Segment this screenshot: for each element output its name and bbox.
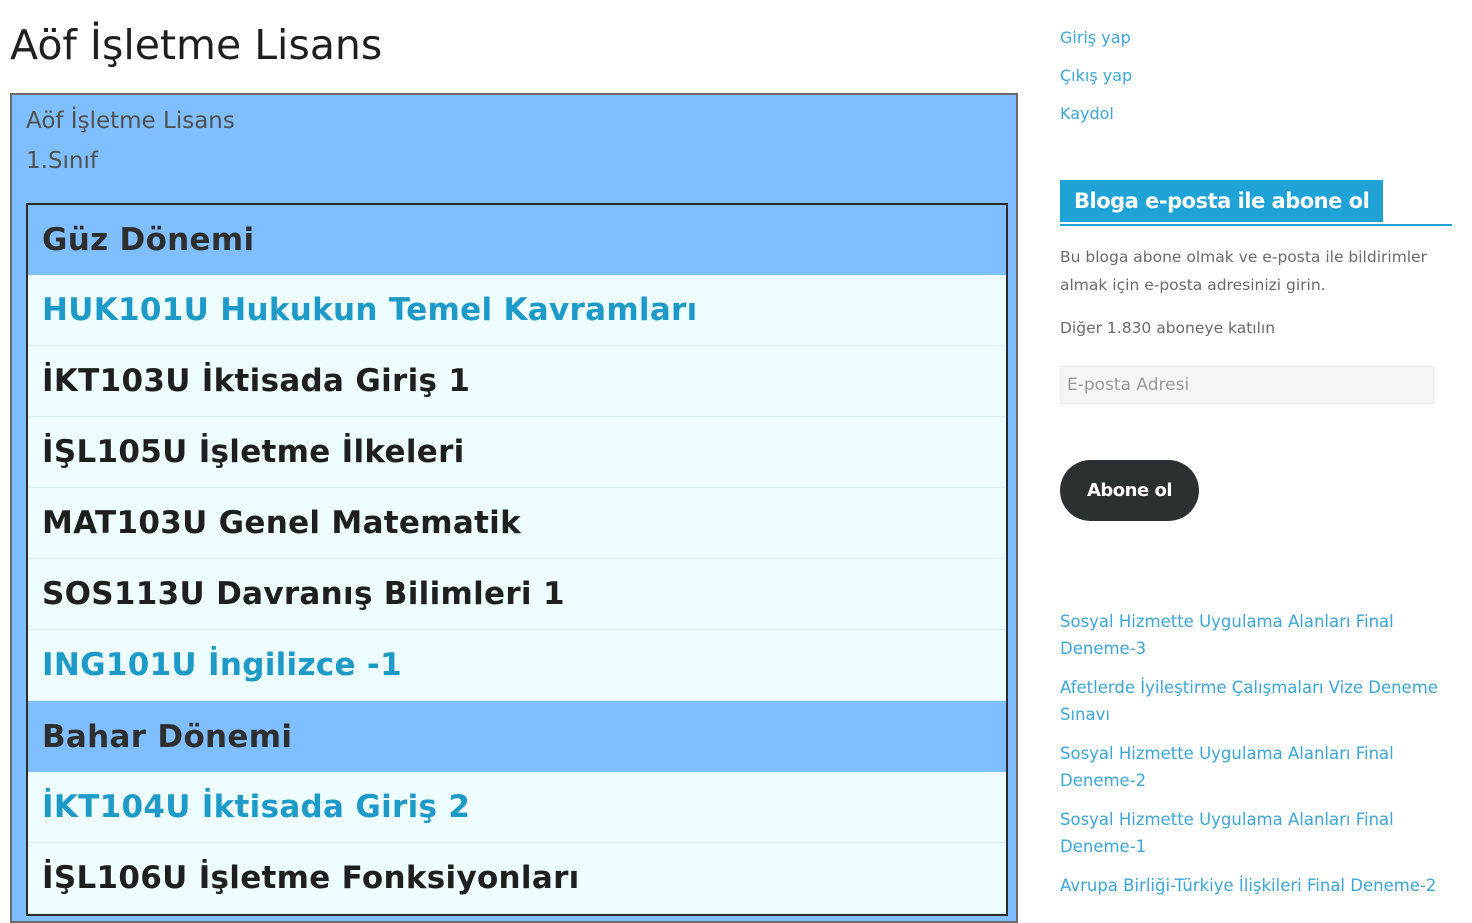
subscribe-button[interactable]: Abone ol	[1060, 460, 1199, 521]
subscribe-description: Bu bloga abone olmak ve e-posta ile bild…	[1060, 248, 1428, 294]
recent-post-link[interactable]: Sosyal Hizmette Uygulama Alanları Final …	[1060, 807, 1460, 860]
course-row-mat103u: MAT103U Genel Matematik	[28, 488, 1006, 559]
course-row-isl105u: İŞL105U İşletme İlkeleri	[28, 417, 1006, 488]
page-title: Aöf İşletme Lisans	[10, 21, 383, 69]
subscribe-widget-header: Bloga e-posta ile abone ol	[1060, 180, 1452, 226]
recent-post-link[interactable]: Avrupa Birliği-Türkiye İlişkileri Final …	[1060, 873, 1460, 900]
recent-posts-list: Sosyal Hizmette Uygulama Alanları Final …	[1060, 609, 1460, 913]
course-content-box: Aöf İşletme Lisans 1.Sınıf Güz Dönemi HU…	[10, 93, 1018, 923]
register-link[interactable]: Kaydol	[1060, 104, 1114, 123]
course-link-ikt104u[interactable]: İKT104U İktisada Giriş 2	[28, 772, 1006, 843]
course-row-sos113u: SOS113U Davranış Bilimleri 1	[28, 559, 1006, 630]
logout-link[interactable]: Çıkış yap	[1060, 66, 1132, 85]
course-row-isl106u: İŞL106U İşletme Fonksiyonları	[28, 843, 1006, 914]
email-input[interactable]	[1060, 366, 1434, 404]
recent-post-link[interactable]: Sosyal Hizmette Uygulama Alanları Final …	[1060, 609, 1460, 662]
intro-title: Aöf İşletme Lisans	[26, 108, 235, 134]
course-link-huk101u[interactable]: HUK101U Hukukun Temel Kavramları	[28, 275, 1006, 346]
semester-header-spring: Bahar Dönemi	[28, 701, 1006, 772]
semester-header-fall: Güz Dönemi	[28, 205, 1006, 275]
course-link-ing101u[interactable]: ING101U İngilizce -1	[28, 630, 1006, 701]
course-row-ikt103u: İKT103U İktisada Giriş 1	[28, 346, 1006, 417]
intro-class: 1.Sınıf	[26, 148, 98, 174]
login-link[interactable]: Giriş yap	[1060, 28, 1131, 47]
intro-text: Aöf İşletme Lisans 1.Sınıf	[26, 101, 235, 181]
course-table: Güz Dönemi HUK101U Hukukun Temel Kavraml…	[26, 203, 1008, 916]
subscriber-count: Diğer 1.830 aboneye katılın	[1060, 319, 1276, 337]
recent-post-link[interactable]: Sosyal Hizmette Uygulama Alanları Final …	[1060, 741, 1460, 794]
recent-post-link[interactable]: Afetlerde İyileştirme Çalışmaları Vize D…	[1060, 675, 1460, 728]
subscribe-widget-title: Bloga e-posta ile abone ol	[1060, 180, 1384, 222]
